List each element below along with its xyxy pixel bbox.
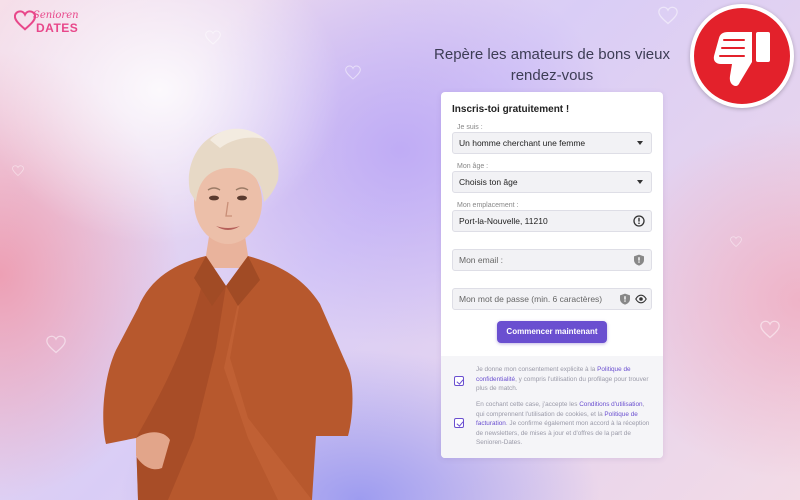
privacy-consent-checkbox[interactable] [454, 376, 464, 386]
thumbs-down-icon [713, 32, 770, 86]
form-title: Inscris-toi gratuitement ! [452, 104, 570, 115]
shield-icon [620, 293, 630, 305]
alert-circle-icon [633, 215, 645, 227]
chevron-down-icon [637, 180, 643, 184]
privacy-consent-text: Je donne mon consentement explicite à la… [476, 365, 654, 394]
logo-word-dates: DATES [36, 21, 79, 35]
thumbs-down-badge [690, 4, 794, 108]
password-placeholder: Mon mot de passe (min. 6 caractères) [459, 294, 603, 304]
age-select[interactable]: Choisis ton âge [452, 171, 652, 193]
start-now-button[interactable]: Commencer maintenant [497, 321, 607, 343]
logo-word-senioren: Senioren [33, 10, 79, 21]
terms-of-use-link[interactable]: Conditions d'utilisation [579, 401, 642, 408]
chevron-down-icon [637, 141, 643, 145]
decorative-heart-icon [345, 65, 361, 80]
headline: Repère les amateurs de bons vieux rendez… [434, 46, 670, 84]
site-logo[interactable]: Senioren DATES [14, 8, 84, 36]
age-label: Mon âge : [457, 163, 489, 170]
registration-form: Inscris-toi gratuitement ! Je suis : Un … [441, 92, 663, 458]
consent-text: En cochant cette case, j'accepte les [476, 401, 580, 408]
decorative-heart-icon [12, 165, 24, 176]
password-field[interactable]: Mon mot de passe (min. 6 caractères) [452, 288, 652, 310]
shield-icon [634, 254, 644, 266]
decorative-heart-icon [46, 335, 66, 354]
eye-icon[interactable] [635, 293, 647, 305]
gender-label: Je suis : [457, 124, 483, 131]
decorative-heart-icon [730, 236, 742, 247]
email-placeholder: Mon email : [459, 255, 503, 265]
decorative-heart-icon [205, 30, 221, 45]
terms-consent-checkbox[interactable] [454, 418, 464, 428]
email-field[interactable]: Mon email : [452, 249, 652, 271]
senior-woman-photo [103, 128, 353, 500]
decorative-heart-icon [658, 6, 678, 25]
gender-select[interactable]: Un homme cherchant une femme [452, 132, 652, 154]
gender-select-value: Un homme cherchant une femme [459, 138, 586, 148]
location-input-value: Port-la-Nouvelle, 11210 [459, 216, 548, 226]
consent-text: Je donne mon consentement explicite à la [476, 366, 598, 373]
age-select-value: Choisis ton âge [459, 177, 518, 187]
location-input[interactable]: Port-la-Nouvelle, 11210 [452, 210, 652, 232]
terms-consent-text: En cochant cette case, j'accepte les Con… [476, 400, 654, 448]
consent-section: Je donne mon consentement explicite à la… [441, 356, 663, 458]
decorative-heart-icon [760, 320, 780, 339]
location-label: Mon emplacement : [457, 202, 519, 209]
